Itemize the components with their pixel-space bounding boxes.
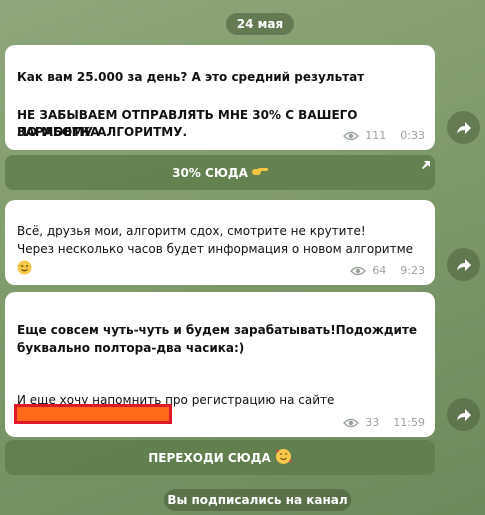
share-button-2[interactable] (447, 248, 480, 281)
share-button-3[interactable] (447, 398, 480, 431)
message-1-meta: 111 0:33 (343, 127, 425, 144)
message-3-time: 11:59 (393, 416, 425, 429)
share-button-1[interactable] (447, 111, 480, 144)
message-3-line-2: буквально полтора-два часика:) (17, 341, 245, 355)
eye-icon (350, 266, 367, 276)
eye-icon (343, 418, 360, 428)
eye-icon (343, 131, 360, 141)
share-arrow-icon (456, 258, 471, 271)
smiling-face-hearts-emoji (275, 448, 292, 468)
message-1-views: 111 (365, 129, 387, 142)
share-arrow-icon (456, 408, 471, 421)
share-arrow-icon (456, 121, 471, 134)
message-3-views: 33 (365, 416, 380, 429)
external-link-arrow-icon (422, 158, 430, 172)
message-bubble-3: Еще совсем чуть-чуть и будем зарабатыват… (5, 292, 435, 437)
winking-face-emoji (17, 260, 32, 280)
message-1-line-3: ПО МОЕМУ АЛГОРИТМУ. (17, 125, 188, 139)
message-2-line-1: Всё, друзья мои, алгоритм сдох, смотрите… (17, 224, 366, 238)
btn1-label: 30% СЮДА (172, 165, 248, 180)
pointing-hand-emoji (251, 165, 268, 180)
inline-button-go-here[interactable]: ПЕРЕХОДИ СЮДА (5, 440, 435, 475)
message-1-line-1: Как вам 25.000 за день? А это средний ре… (17, 70, 365, 84)
message-3-line-1: Еще совсем чуть-чуть и будем зарабатыват… (17, 323, 418, 337)
redacted-link (14, 404, 172, 424)
btn2-label: ПЕРЕХОДИ СЮДА (148, 450, 271, 465)
message-bubble-1: Как вам 25.000 за день? А это средний ре… (5, 45, 435, 150)
inline-button-30-percent[interactable]: 30% СЮДА (5, 155, 435, 190)
message-3-meta: 33 11:59 (343, 414, 425, 431)
message-2-views: 64 (372, 264, 387, 277)
message-bubble-2: Всё, друзья мои, алгоритм сдох, смотрите… (5, 200, 435, 285)
message-1-time: 0:33 (400, 129, 425, 142)
subscribed-pill: Вы подписались на канал (164, 489, 351, 511)
date-pill: 24 мая (226, 13, 294, 35)
message-2-meta: 64 9:23 (350, 262, 425, 279)
message-2-line-2: Через несколько часов будет информация о… (17, 242, 414, 256)
message-2-time: 9:23 (400, 264, 425, 277)
